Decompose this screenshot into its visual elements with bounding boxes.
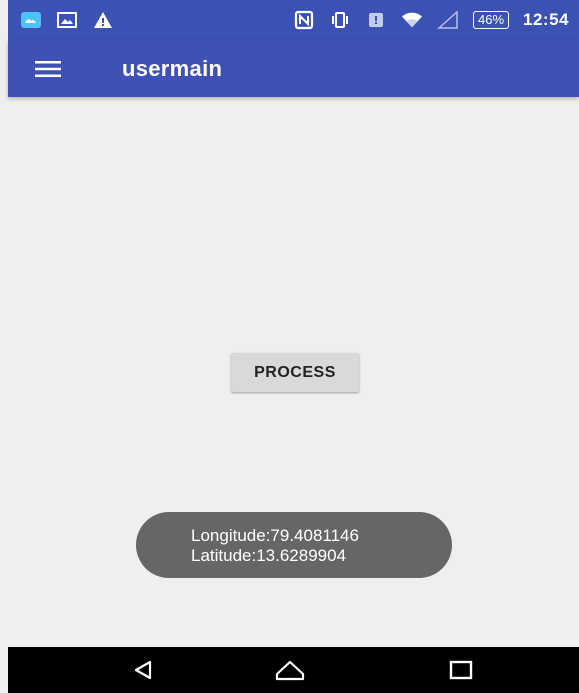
image-icon xyxy=(56,9,78,31)
vibrate-icon xyxy=(329,9,351,31)
longitude-text: Longitude:79.4081146 xyxy=(191,526,359,545)
latitude-text: Latitude:13.6289904 xyxy=(191,546,347,565)
recents-icon[interactable] xyxy=(431,647,491,693)
app-bar: usermain xyxy=(8,40,579,97)
status-bar-left xyxy=(20,9,114,31)
nfc-icon xyxy=(293,9,315,31)
cloud-app-icon xyxy=(20,9,42,31)
app-title: usermain xyxy=(122,55,223,81)
alert-icon xyxy=(365,9,387,31)
signal-icon xyxy=(437,9,459,31)
process-button[interactable]: PROCESS xyxy=(231,353,359,392)
location-toast: Longitude:79.4081146 Latitude:13.6289904 xyxy=(136,512,452,578)
wifi-icon xyxy=(401,9,423,31)
hamburger-menu-icon[interactable] xyxy=(20,40,76,97)
warning-icon xyxy=(92,9,114,31)
navigation-bar xyxy=(8,647,579,693)
battery-indicator: 46% xyxy=(472,11,510,29)
status-bar: 46% 12:54 xyxy=(8,0,579,40)
status-bar-right: 46% 12:54 xyxy=(293,9,569,31)
clock: 12:54 xyxy=(523,10,569,29)
home-icon[interactable] xyxy=(260,647,320,693)
back-icon[interactable] xyxy=(113,647,173,693)
